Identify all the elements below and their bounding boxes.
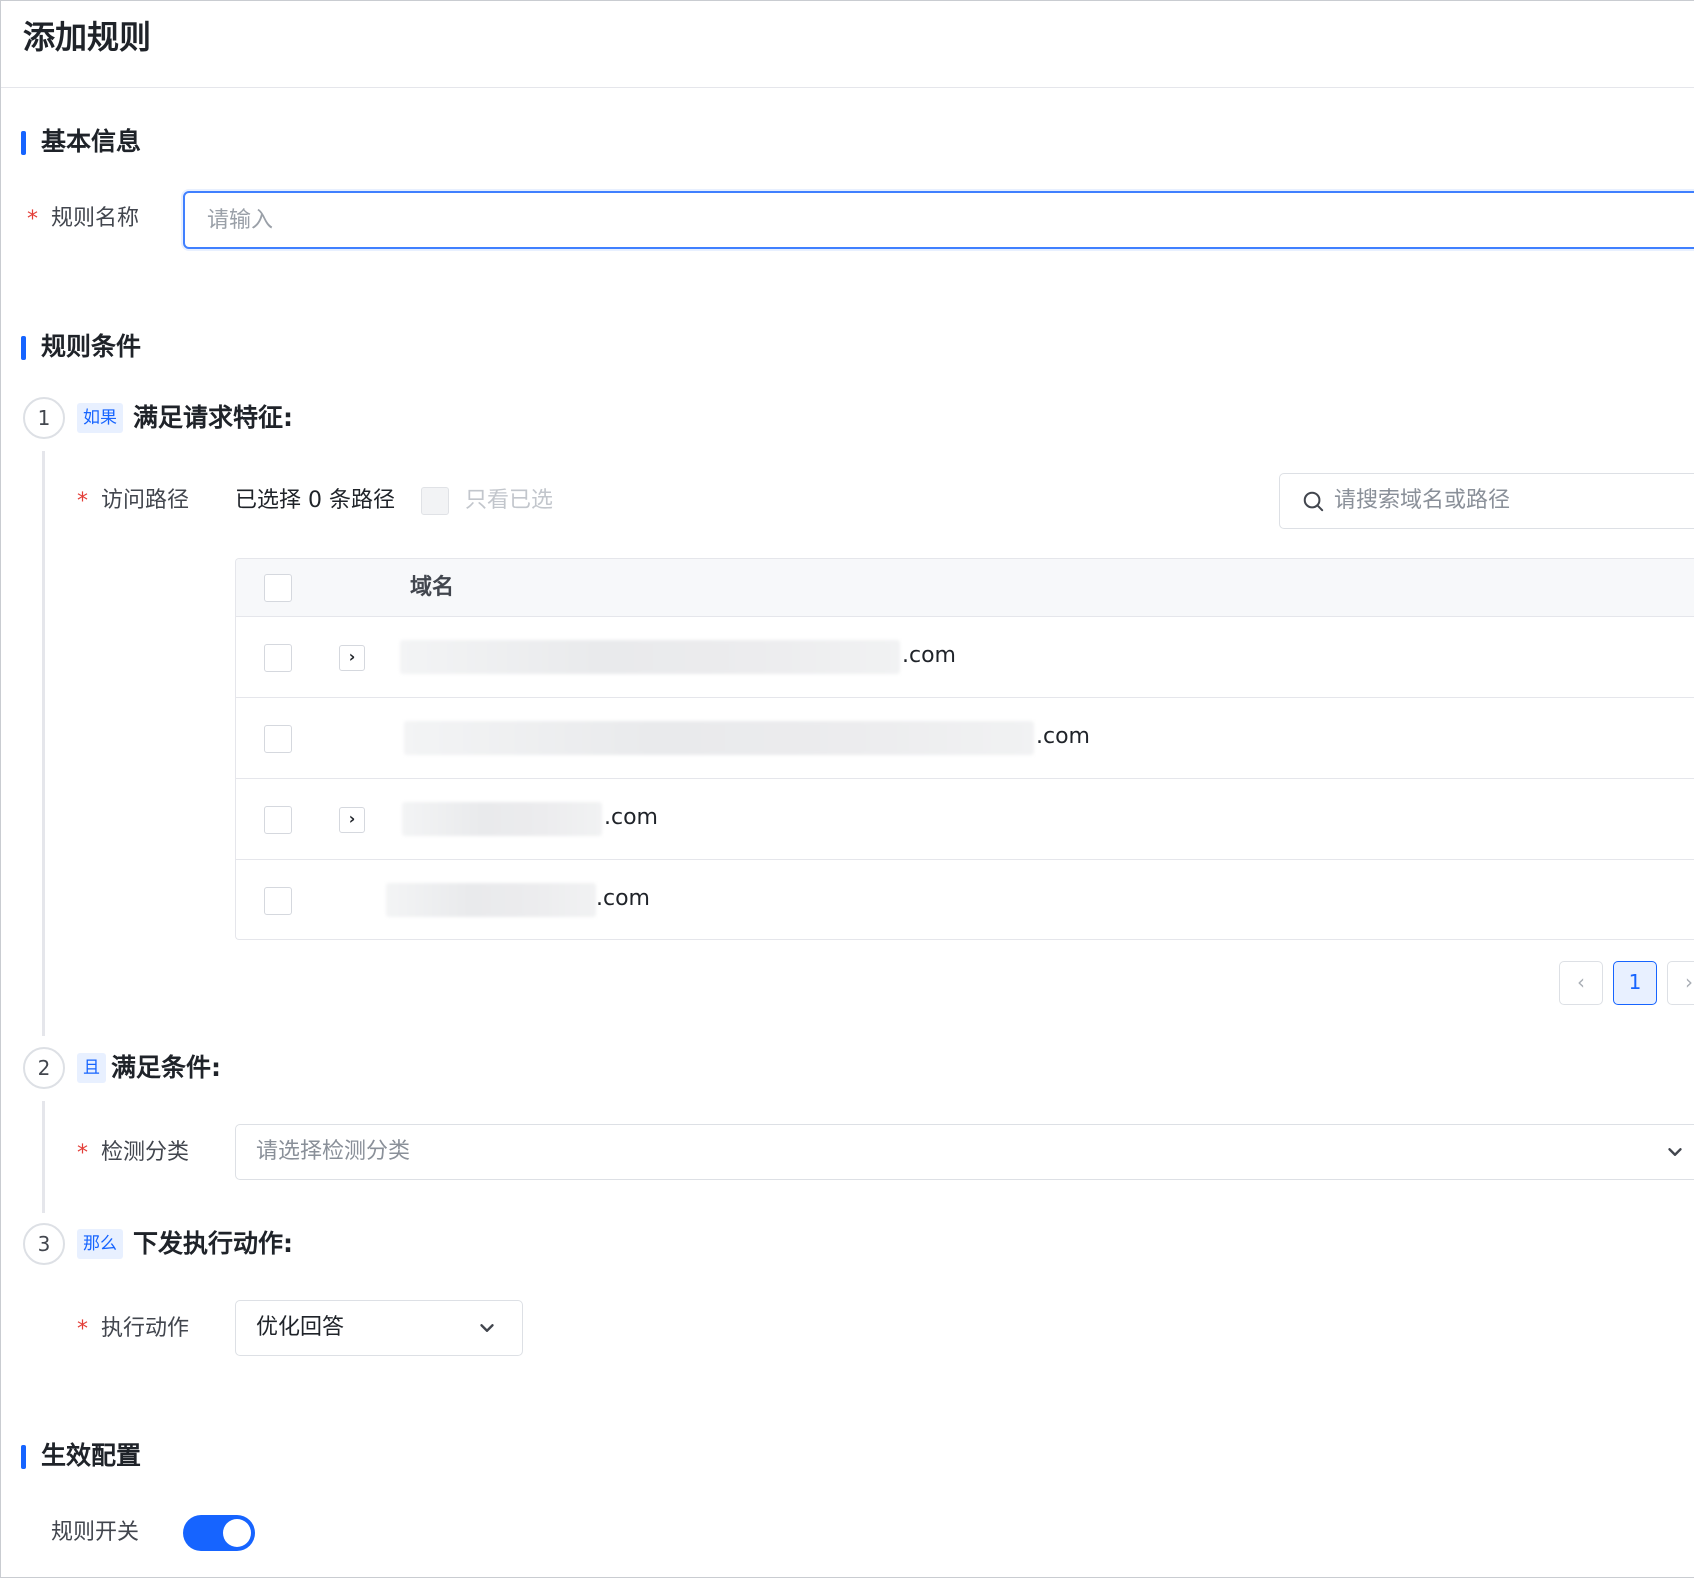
- detect-category-select[interactable]: 请选择检测分类: [235, 1124, 1694, 1180]
- page-1-button[interactable]: 1: [1613, 961, 1657, 1005]
- page-title: 添加规则: [23, 18, 152, 56]
- toggle-knob: [223, 1519, 251, 1547]
- step-title-1: 满足请求特征:: [133, 403, 293, 432]
- row-checkbox[interactable]: [264, 806, 292, 834]
- expand-row-icon[interactable]: ›: [339, 807, 365, 833]
- domain-suffix: .com: [1036, 724, 1090, 749]
- chevron-down-icon: [1668, 1148, 1682, 1156]
- domain-suffix: .com: [596, 886, 650, 911]
- step-number-1: 1: [23, 397, 65, 439]
- rule-form-page: 添加规则 基本信息 * 规则名称 规则条件 1 如果 满足请求特征: * 访问路…: [0, 0, 1694, 1578]
- access-path-label: 访问路径: [101, 488, 190, 513]
- domain-table: 域名 › .com .com › .com .com: [235, 558, 1694, 940]
- step-tag-and: 且: [77, 1053, 106, 1083]
- redacted-domain: [400, 640, 900, 674]
- table-header: 域名: [236, 559, 1694, 617]
- table-row[interactable]: › .com: [236, 779, 1694, 860]
- expand-row-icon[interactable]: ›: [339, 645, 365, 671]
- row-checkbox[interactable]: [264, 725, 292, 753]
- next-page-button[interactable]: ›: [1667, 961, 1694, 1005]
- row-checkbox[interactable]: [264, 644, 292, 672]
- section-accent-bar: [21, 1445, 26, 1469]
- redacted-domain: [404, 721, 1034, 755]
- step-tag-then: 那么: [77, 1229, 123, 1259]
- section-title-effect: 生效配置: [41, 1441, 142, 1470]
- step-connector-line: [42, 1101, 45, 1213]
- action-label: 执行动作: [101, 1316, 190, 1341]
- detect-category-label: 检测分类: [101, 1140, 190, 1165]
- column-header-domain: 域名: [410, 575, 455, 600]
- required-mark: *: [77, 489, 88, 514]
- required-mark: *: [27, 207, 38, 232]
- step-tag-if: 如果: [77, 403, 123, 433]
- step-connector-line: [42, 451, 45, 1036]
- rule-name-input[interactable]: [183, 191, 1694, 249]
- section-accent-bar: [21, 336, 26, 360]
- only-selected-checkbox[interactable]: [421, 487, 449, 515]
- domain-path-search[interactable]: [1279, 473, 1694, 529]
- required-mark: *: [77, 1317, 88, 1342]
- step-title-3: 下发执行动作:: [133, 1229, 293, 1258]
- step-number-3: 3: [23, 1223, 65, 1265]
- chevron-down-icon: [480, 1324, 494, 1332]
- header-divider: [1, 87, 1694, 88]
- select-all-checkbox[interactable]: [264, 574, 292, 602]
- prev-page-button[interactable]: ‹: [1559, 961, 1603, 1005]
- redacted-domain: [402, 802, 602, 836]
- detect-category-placeholder: 请选择检测分类: [256, 1139, 411, 1164]
- domain-suffix: .com: [902, 643, 956, 668]
- redacted-domain: [386, 883, 596, 917]
- section-accent-bar: [21, 131, 26, 155]
- action-select[interactable]: 优化回答: [235, 1300, 523, 1356]
- domain-suffix: .com: [604, 805, 658, 830]
- table-row[interactable]: .com: [236, 698, 1694, 779]
- section-title-basic: 基本信息: [41, 127, 142, 156]
- rule-switch-toggle[interactable]: [183, 1515, 255, 1551]
- rule-name-label: 规则名称: [51, 206, 140, 231]
- row-checkbox[interactable]: [264, 887, 292, 915]
- step-number-2: 2: [23, 1047, 65, 1089]
- table-row[interactable]: › .com: [236, 617, 1694, 698]
- required-mark: *: [77, 1141, 88, 1166]
- selected-count-text: 已选择 0 条路径: [235, 488, 395, 513]
- only-selected-label: 只看已选: [465, 488, 554, 513]
- section-title-conditions: 规则条件: [41, 332, 142, 361]
- action-selected-value: 优化回答: [256, 1315, 345, 1340]
- table-row[interactable]: .com: [236, 860, 1694, 939]
- search-icon: [1303, 491, 1324, 512]
- search-input[interactable]: [1334, 474, 1694, 527]
- rule-switch-label: 规则开关: [51, 1520, 140, 1545]
- step-title-2: 满足条件:: [111, 1053, 221, 1082]
